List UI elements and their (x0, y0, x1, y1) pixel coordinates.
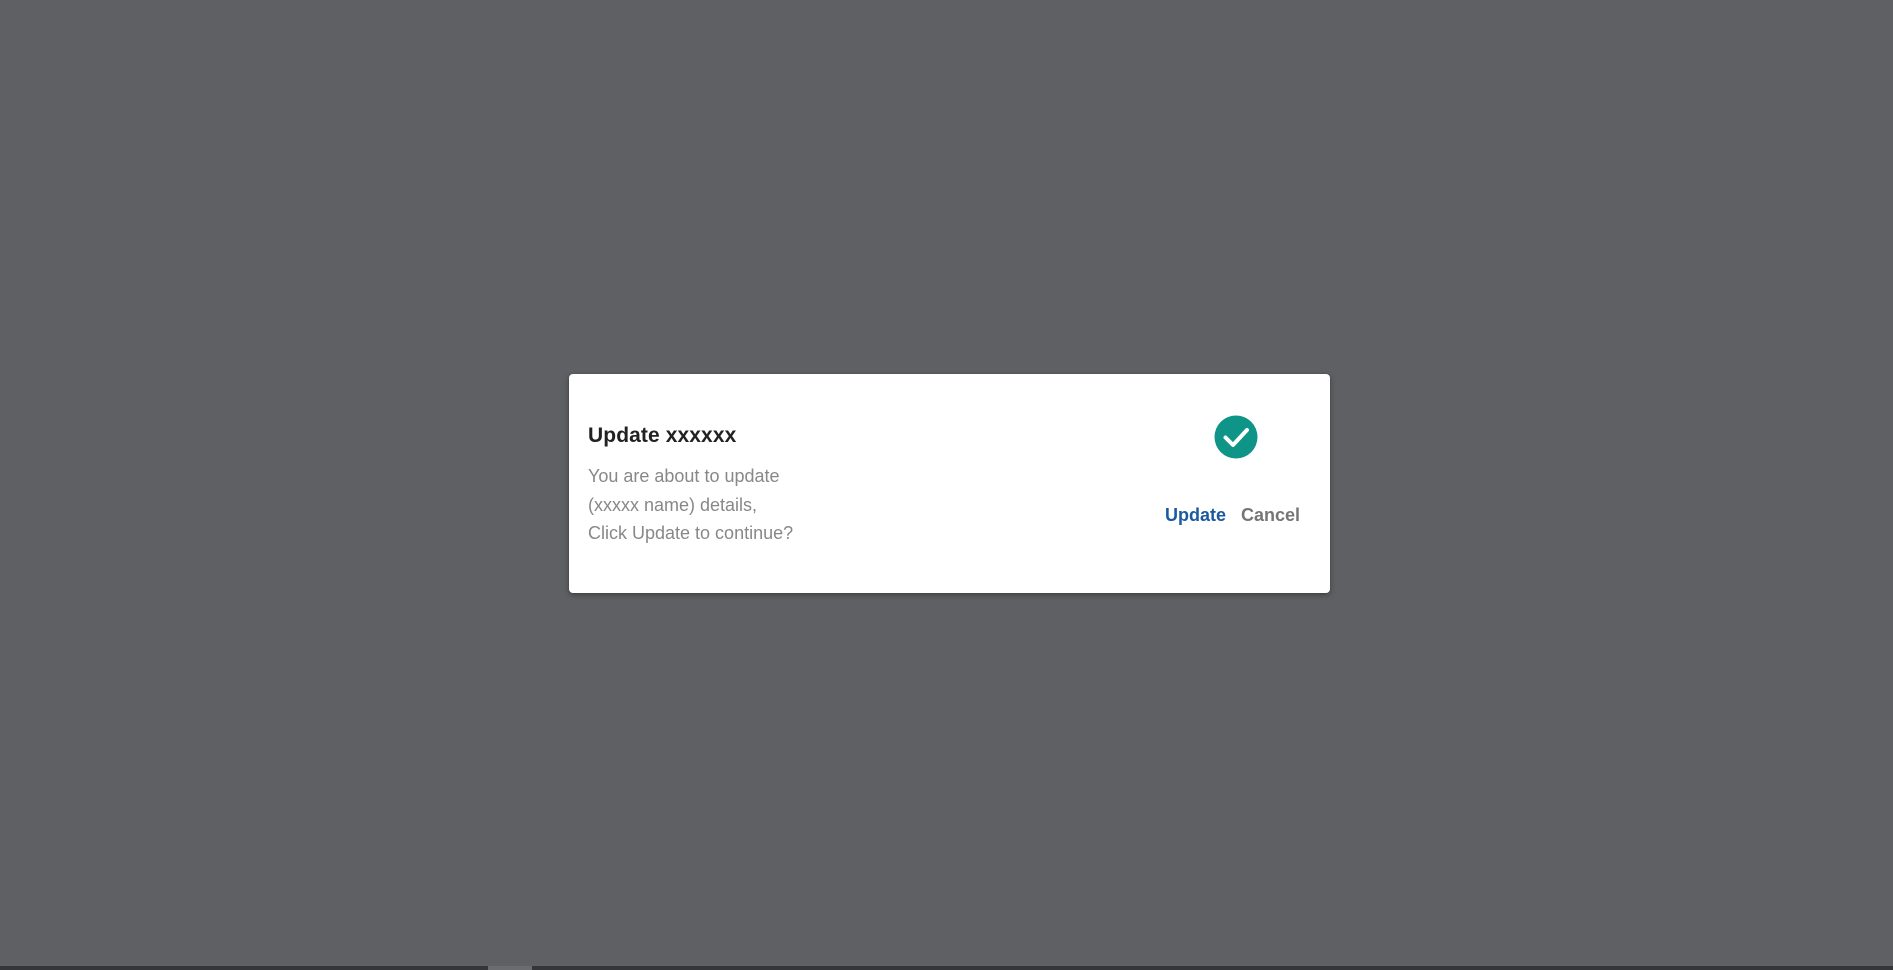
dialog-title: Update xxxxxx (588, 424, 737, 447)
dialog-message: You are about to update (xxxxx name) det… (588, 462, 908, 548)
dialog-actions: Update Cancel (1165, 505, 1300, 526)
dialog-message-line: Click Update to continue? (588, 523, 794, 543)
update-confirmation-dialog: Update xxxxxx You are about to update (x… (569, 374, 1330, 593)
dialog-message-line: (xxxxx name) details, (588, 494, 758, 515)
taskbar-tab-indicator (488, 966, 532, 970)
dialog-message-line: You are about to update (588, 466, 780, 486)
bottom-taskbar-strip (0, 966, 1893, 970)
cancel-button[interactable]: Cancel (1241, 505, 1300, 526)
check-circle-icon (1214, 415, 1258, 459)
update-button[interactable]: Update (1165, 505, 1226, 526)
